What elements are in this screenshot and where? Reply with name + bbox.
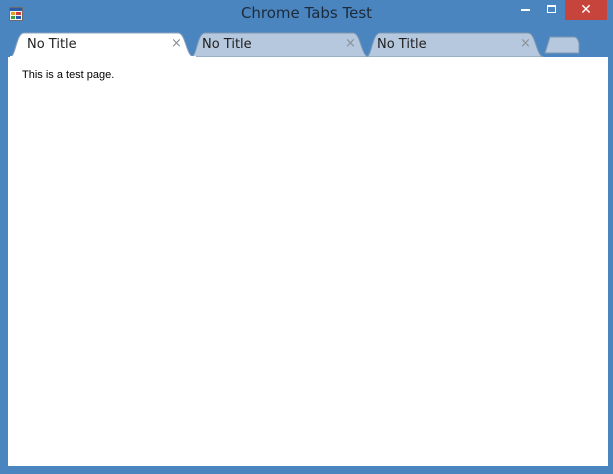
tab-label: No Title [377, 37, 427, 52]
page-text: This is a test page. [22, 69, 115, 81]
tab-strip: No Title × No Title × No Title × [8, 32, 608, 57]
close-button[interactable]: ✕ [565, 0, 607, 20]
tab-2[interactable]: No Title × [191, 32, 371, 57]
tab-label: No Title [202, 37, 252, 52]
tab-close-icon[interactable]: × [520, 36, 531, 51]
app-window: Chrome Tabs Test ✕ No Title × No Title × [0, 0, 613, 474]
tab-label: No Title [27, 37, 77, 52]
minimize-button[interactable] [513, 0, 539, 20]
tab-close-icon[interactable]: × [171, 36, 182, 51]
tab-1[interactable]: No Title × [10, 32, 196, 57]
tab-close-icon[interactable]: × [345, 36, 356, 51]
tab-3[interactable]: No Title × [366, 32, 546, 57]
maximize-icon [547, 5, 556, 13]
maximize-button[interactable] [539, 0, 565, 20]
page-content: This is a test page. [8, 57, 608, 466]
title-bar[interactable]: Chrome Tabs Test ✕ [0, 0, 613, 30]
new-tab-icon [544, 36, 580, 54]
minimize-icon [521, 9, 530, 11]
new-tab-button[interactable] [544, 36, 580, 54]
close-icon: ✕ [580, 2, 592, 18]
